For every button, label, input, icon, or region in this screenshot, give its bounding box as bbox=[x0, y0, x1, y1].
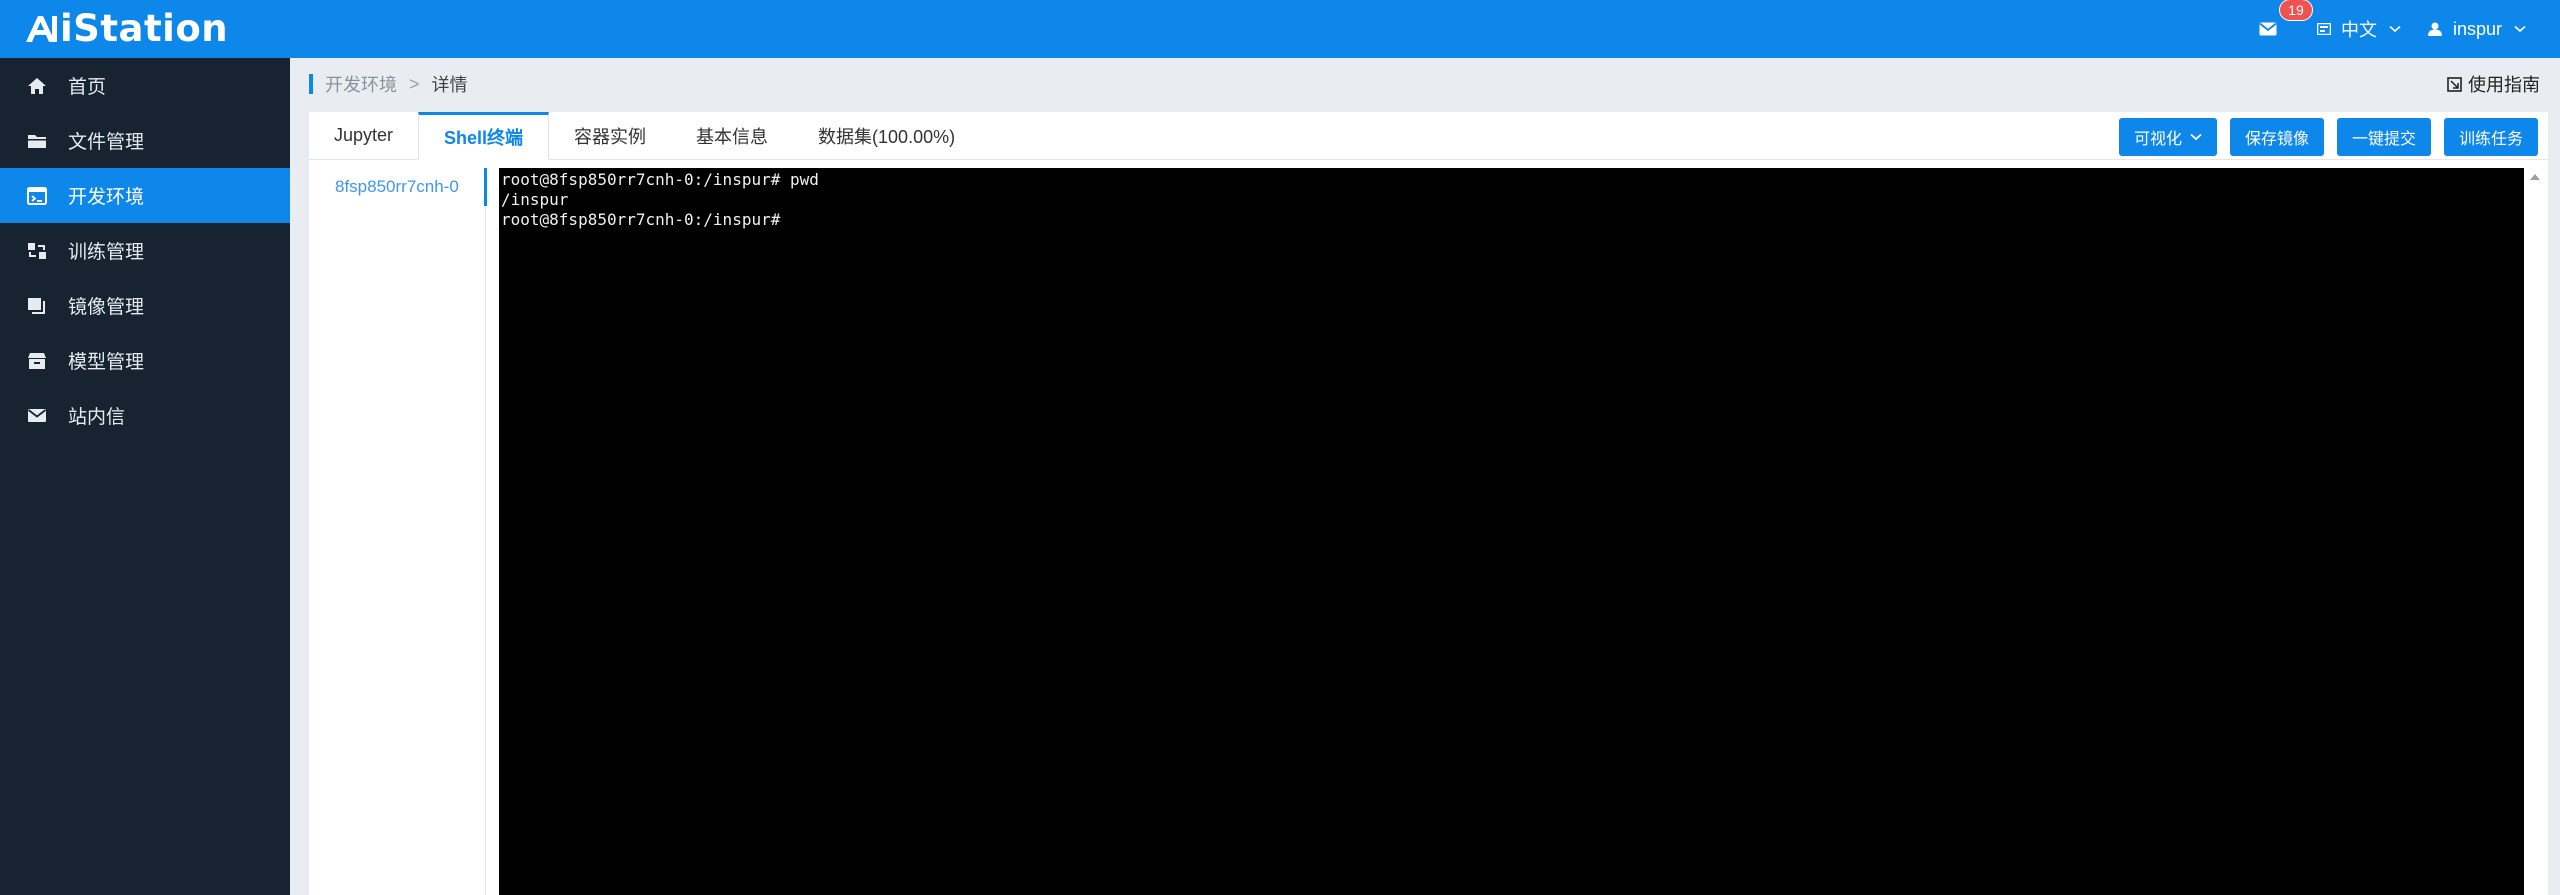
app-logo[interactable]: iStation bbox=[24, 6, 228, 52]
user-menu[interactable]: inspur bbox=[2427, 19, 2526, 40]
visualize-label: 可视化 bbox=[2133, 131, 2182, 148]
language-icon bbox=[2316, 23, 2331, 35]
user-guide-link[interactable]: 使用指南 bbox=[2447, 70, 2540, 98]
sidebar-item-label: 站内信 bbox=[68, 407, 126, 428]
terminal-line: root@8fsp850rr7cnh-0:/inspur# pwd bbox=[501, 170, 819, 189]
train-task-button[interactable]: 训练任务 bbox=[2443, 118, 2538, 156]
tab-shell-terminal[interactable]: Shell终端 bbox=[418, 112, 550, 160]
sidebar-item-label: 镜像管理 bbox=[68, 297, 145, 318]
pod-item[interactable]: 8fsp850rr7cnh-0 bbox=[309, 168, 487, 206]
mail-icon bbox=[2259, 22, 2277, 36]
sidebar-item-label: 文件管理 bbox=[68, 132, 145, 153]
breadcrumb: 开发环境 > 详情 bbox=[309, 70, 468, 98]
breadcrumb-current: 详情 bbox=[431, 75, 468, 95]
logo-mark-icon bbox=[26, 16, 57, 42]
guide-icon bbox=[2447, 76, 2462, 92]
sidebar-item-label: 首页 bbox=[68, 77, 107, 98]
sidebar-item-label: 训练管理 bbox=[68, 242, 145, 263]
terminal-line: /inspur bbox=[501, 190, 569, 209]
tab-bar: Jupyter Shell终端 容器实例 基本信息 数据集(100.00%) bbox=[309, 112, 981, 160]
action-buttons: 可视化 保存镜像 一键提交 训练任务 bbox=[2118, 118, 2538, 156]
training-icon bbox=[26, 240, 48, 262]
user-icon bbox=[2427, 22, 2442, 36]
detail-panel: Jupyter Shell终端 容器实例 基本信息 数据集(100.00%) 可… bbox=[309, 112, 2548, 895]
unread-badge: 19 bbox=[2278, 0, 2313, 21]
tab-jupyter[interactable]: Jupyter bbox=[309, 112, 419, 160]
language-switcher[interactable]: 中文 bbox=[2316, 16, 2401, 42]
username: inspur bbox=[2452, 18, 2502, 39]
sidebar-item-label: 模型管理 bbox=[68, 352, 145, 373]
tab-dataset[interactable]: 数据集(100.00%) bbox=[793, 112, 981, 160]
mail-icon bbox=[26, 405, 48, 427]
sidebar-item-training[interactable]: 训练管理 bbox=[0, 223, 290, 278]
sidebar: 首页 文件管理 开发环境 训练管理 镜像管理 模型管理 站内信 bbox=[0, 58, 290, 895]
chevron-down-icon bbox=[2514, 25, 2526, 33]
language-label: 中文 bbox=[2340, 20, 2377, 40]
breadcrumb-marker bbox=[309, 74, 313, 94]
save-image-button[interactable]: 保存镜像 bbox=[2229, 118, 2324, 156]
sidebar-item-home[interactable]: 首页 bbox=[0, 58, 290, 113]
visualize-button[interactable]: 可视化 bbox=[2118, 118, 2217, 156]
breadcrumb-parent[interactable]: 开发环境 bbox=[325, 71, 397, 97]
sidebar-item-dev-env[interactable]: 开发环境 bbox=[0, 168, 290, 223]
sidebar-item-files[interactable]: 文件管理 bbox=[0, 113, 290, 168]
sidebar-item-models[interactable]: 模型管理 bbox=[0, 333, 290, 388]
sidebar-item-messages[interactable]: 站内信 bbox=[0, 388, 290, 443]
dev-env-icon bbox=[26, 185, 48, 207]
folder-icon bbox=[26, 130, 48, 152]
chevron-down-icon bbox=[2389, 25, 2401, 33]
terminal-line: root@8fsp850rr7cnh-0:/inspur# bbox=[501, 210, 781, 229]
one-click-submit-button[interactable]: 一键提交 bbox=[2336, 118, 2431, 156]
breadcrumb-separator: > bbox=[409, 73, 420, 94]
sidebar-item-label: 开发环境 bbox=[68, 187, 145, 208]
pod-list: 8fsp850rr7cnh-0 bbox=[309, 168, 487, 895]
terminal-scrollbar[interactable] bbox=[2524, 168, 2548, 895]
top-header: iStation 19 中文 inspur bbox=[0, 0, 2560, 58]
image-stack-icon bbox=[26, 295, 48, 317]
tab-container-instance[interactable]: 容器实例 bbox=[549, 112, 672, 160]
scroll-up-icon[interactable] bbox=[2530, 174, 2540, 180]
sidebar-item-images[interactable]: 镜像管理 bbox=[0, 278, 290, 333]
messages-button[interactable]: 19 bbox=[2259, 0, 2313, 41]
tab-basic-info[interactable]: 基本信息 bbox=[671, 112, 794, 160]
logo-text: iStation bbox=[60, 7, 229, 50]
model-box-icon bbox=[26, 350, 48, 372]
guide-label: 使用指南 bbox=[2468, 75, 2540, 95]
home-icon bbox=[26, 75, 48, 97]
chevron-down-icon bbox=[2190, 133, 2202, 141]
shell-terminal[interactable]: root@8fsp850rr7cnh-0:/inspur# pwd /inspu… bbox=[499, 168, 2524, 895]
